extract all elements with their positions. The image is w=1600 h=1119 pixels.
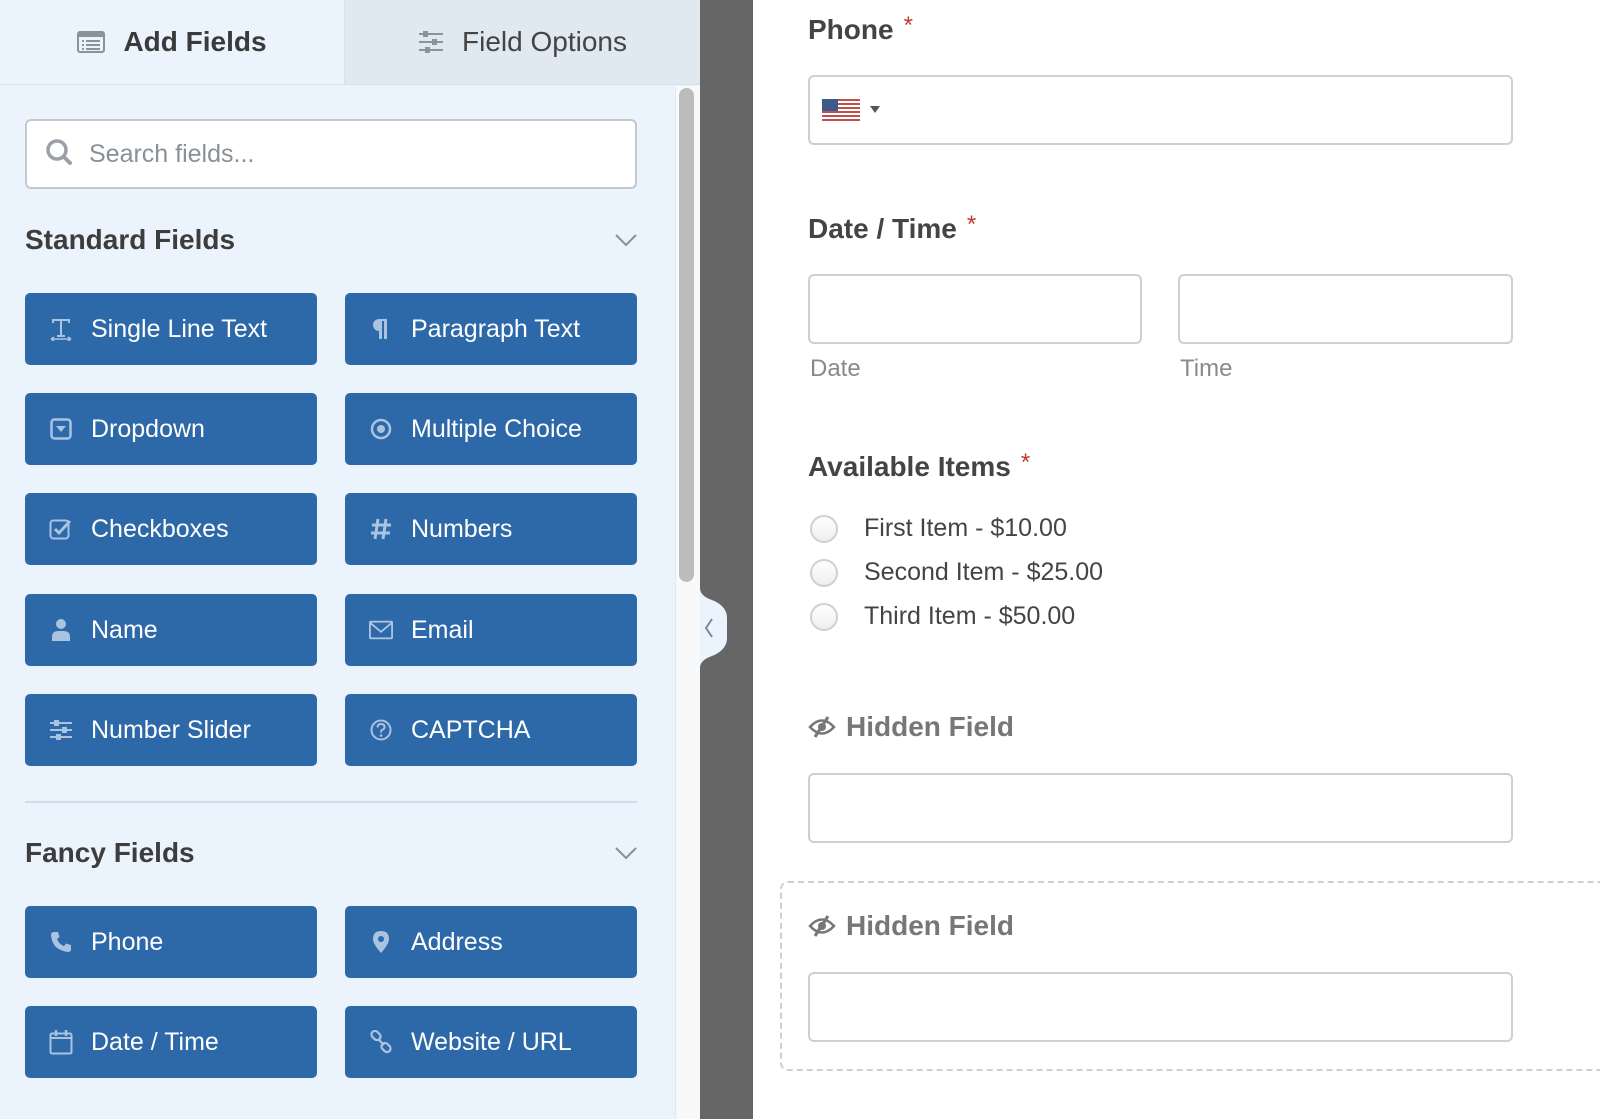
envelope-icon bbox=[369, 618, 393, 642]
search-icon bbox=[45, 138, 89, 171]
field-button-email[interactable]: Email bbox=[345, 594, 637, 666]
hidden-field-label: Hidden Field bbox=[808, 910, 1014, 942]
paragraph-icon bbox=[369, 317, 393, 341]
radio-option[interactable]: Third Item - $50.00 bbox=[810, 602, 1075, 631]
hidden-field-input[interactable] bbox=[808, 773, 1513, 843]
field-button-label: Multiple Choice bbox=[411, 414, 582, 443]
caret-down-icon bbox=[870, 106, 880, 113]
tab-field-options-label: Field Options bbox=[462, 26, 627, 57]
field-button-number-slider[interactable]: Number Slider bbox=[25, 694, 317, 766]
field-button-single-line-text[interactable]: Single Line Text bbox=[25, 293, 317, 365]
sliders-icon bbox=[418, 30, 444, 54]
tab-add-fields-label: Add Fields bbox=[123, 26, 267, 57]
sliders-icon bbox=[49, 718, 73, 742]
dropdown-icon bbox=[49, 417, 73, 441]
eye-slash-icon bbox=[808, 716, 836, 738]
search-input[interactable] bbox=[89, 139, 609, 169]
field-button-label: Phone bbox=[91, 927, 164, 956]
date-sublabel: Date bbox=[810, 355, 861, 382]
hidden-field-label: Hidden Field bbox=[808, 711, 1014, 743]
radio-button[interactable] bbox=[810, 514, 838, 543]
field-button-label: Name bbox=[91, 615, 158, 644]
map-pin-icon bbox=[369, 930, 393, 954]
calendar-icon bbox=[49, 1030, 73, 1055]
field-button-label: Numbers bbox=[411, 514, 513, 543]
chevron-down-icon[interactable] bbox=[612, 845, 640, 865]
radio-option-label: Second Item - $25.00 bbox=[864, 558, 1104, 586]
field-button-dropdown[interactable]: Dropdown bbox=[25, 393, 317, 465]
us-flag-icon bbox=[822, 99, 860, 121]
section-title-standard: Standard Fields bbox=[25, 224, 236, 255]
phone-input[interactable] bbox=[808, 75, 1513, 145]
field-button-name[interactable]: Name bbox=[25, 594, 317, 666]
collapse-panel-button[interactable] bbox=[700, 588, 727, 668]
field-button-label: Checkboxes bbox=[91, 514, 229, 543]
required-mark: * bbox=[966, 211, 977, 238]
time-input[interactable] bbox=[1178, 274, 1513, 344]
link-icon bbox=[369, 1030, 393, 1054]
field-button-address[interactable]: Address bbox=[345, 906, 637, 978]
date-input[interactable] bbox=[808, 274, 1142, 344]
field-button-phone[interactable]: Phone bbox=[25, 906, 317, 978]
field-button-website-url[interactable]: Website / URL bbox=[345, 1006, 637, 1078]
text-icon bbox=[49, 317, 73, 341]
field-button-captcha[interactable]: CAPTCHA bbox=[345, 694, 637, 766]
required-mark: * bbox=[903, 12, 913, 39]
list-icon bbox=[77, 31, 106, 53]
fields-panel: Add Fields Field Options Standard Fields… bbox=[0, 0, 700, 1119]
field-button-multiple-choice[interactable]: Multiple Choice bbox=[345, 393, 637, 465]
datetime-field-label: Date / Time * bbox=[808, 211, 977, 244]
time-sublabel: Time bbox=[1180, 355, 1233, 382]
required-mark: * bbox=[1020, 449, 1031, 476]
section-divider bbox=[25, 801, 637, 803]
items-field-label: Available Items * bbox=[808, 449, 1031, 482]
eye-slash-icon bbox=[808, 915, 836, 937]
section-title-fancy: Fancy Fields bbox=[25, 837, 195, 868]
radio-option[interactable]: First Item - $10.00 bbox=[810, 514, 1067, 543]
field-button-label: Address bbox=[411, 927, 503, 956]
radio-option-label: Third Item - $50.00 bbox=[864, 602, 1076, 630]
field-button-numbers[interactable]: Numbers bbox=[345, 493, 637, 565]
field-button-date-time[interactable]: Date / Time bbox=[25, 1006, 317, 1078]
field-button-label: Email bbox=[411, 615, 474, 644]
field-button-label: CAPTCHA bbox=[411, 715, 531, 744]
search-field[interactable] bbox=[25, 119, 637, 189]
radio-button[interactable] bbox=[810, 558, 838, 587]
radio-option[interactable]: Second Item - $25.00 bbox=[810, 558, 1103, 587]
hash-icon bbox=[369, 517, 393, 541]
field-button-label: Date / Time bbox=[91, 1027, 219, 1056]
chevron-down-icon[interactable] bbox=[612, 232, 640, 252]
field-button-label: Single Line Text bbox=[91, 314, 268, 343]
radio-button[interactable] bbox=[810, 602, 838, 631]
field-button-checkboxes[interactable]: Checkboxes bbox=[25, 493, 317, 565]
checkbox-icon bbox=[49, 517, 73, 541]
field-button-label: Number Slider bbox=[91, 715, 251, 744]
user-icon bbox=[49, 618, 73, 642]
phone-icon bbox=[49, 930, 73, 954]
field-button-label: Website / URL bbox=[411, 1027, 572, 1056]
radio-option-label: First Item - $10.00 bbox=[864, 514, 1067, 542]
panel-gutter bbox=[700, 0, 753, 1119]
tab-add-fields[interactable]: Add Fields bbox=[0, 0, 345, 84]
field-button-label: Dropdown bbox=[91, 414, 205, 443]
tab-field-options[interactable]: Field Options bbox=[345, 0, 700, 84]
scrollbar-thumb[interactable] bbox=[679, 88, 694, 582]
phone-field-label: Phone * bbox=[808, 12, 913, 45]
panel-tabs: Add Fields Field Options bbox=[0, 0, 700, 85]
field-button-paragraph-text[interactable]: Paragraph Text bbox=[345, 293, 637, 365]
question-circle-icon bbox=[369, 718, 393, 742]
hidden-field-input[interactable] bbox=[808, 972, 1513, 1042]
country-selector[interactable] bbox=[822, 99, 880, 121]
field-button-label: Paragraph Text bbox=[411, 314, 581, 343]
radio-icon bbox=[369, 417, 393, 441]
